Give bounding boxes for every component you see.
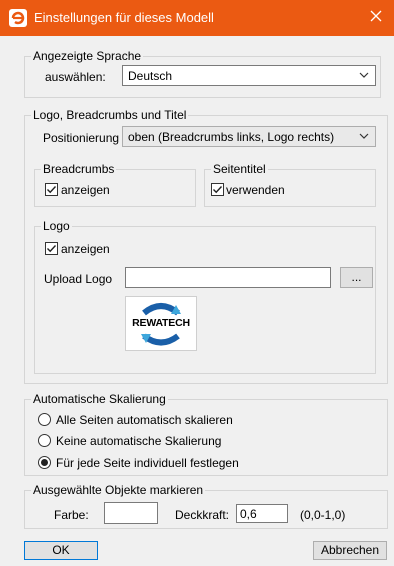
positioning-label: Positionierung (43, 131, 120, 145)
scaling-option-individual-label: Für jede Seite individuell festlegen (56, 456, 239, 470)
language-selected-value: Deutsch (128, 69, 173, 83)
checkmark-icon (47, 245, 57, 253)
radio-selected-dot (41, 459, 48, 466)
scaling-option-none-label: Keine automatische Skalierung (56, 434, 222, 448)
color-field[interactable] (104, 502, 158, 524)
browse-button-label: ... (351, 270, 362, 284)
cancel-button-label: Abbrechen (320, 543, 380, 557)
logo-breadcrumbs-title-group-title: Logo, Breadcrumbs und Titel (33, 108, 187, 122)
scaling-option-auto-radio[interactable] (38, 413, 51, 426)
page-title-checkbox-label: verwenden (226, 183, 285, 197)
positioning-selected-value: oben (Breadcrumbs links, Logo rechts) (128, 130, 335, 144)
logo-checkbox-label: anzeigen (61, 242, 110, 256)
checkmark-icon (47, 186, 57, 194)
app-icon (9, 9, 27, 27)
logo-preview: REWATECH (125, 296, 197, 351)
logo-group-title: Logo (43, 219, 70, 233)
ok-button-label: OK (52, 543, 70, 557)
upload-logo-label: Upload Logo (44, 272, 113, 286)
language-group-title: Angezeigte Sprache (33, 49, 142, 63)
window-title: Einstellungen für dieses Modell (34, 10, 214, 25)
chevron-down-icon (359, 133, 369, 139)
breadcrumbs-group: Breadcrumbs (34, 162, 196, 207)
breadcrumbs-checkbox[interactable] (45, 183, 58, 196)
close-icon[interactable] (366, 8, 386, 28)
scaling-option-individual-radio[interactable] (38, 456, 51, 469)
language-select[interactable]: Deutsch (122, 65, 376, 86)
title-bar: Einstellungen für dieses Modell (0, 0, 394, 36)
opacity-value: 0,6 (240, 507, 257, 521)
upload-logo-field[interactable] (125, 267, 331, 288)
page-title-checkbox[interactable] (211, 183, 224, 196)
opacity-label: Deckkraft: (175, 508, 230, 522)
language-select-label: auswählen: (45, 70, 106, 84)
chevron-down-icon (359, 72, 369, 78)
highlight-group: Ausgewählte Objekte markieren (24, 483, 388, 529)
page-title-group-title: Seitentitel (213, 162, 266, 176)
scaling-option-none-radio[interactable] (38, 434, 51, 447)
opacity-field[interactable]: 0,6 (236, 504, 288, 523)
opacity-range-hint: (0,0-1,0) (300, 508, 346, 522)
color-label: Farbe: (54, 508, 89, 522)
positioning-select[interactable]: oben (Breadcrumbs links, Logo rechts) (122, 126, 376, 147)
checkmark-icon (213, 186, 223, 194)
logo-wordmark: REWATECH (132, 317, 190, 329)
highlight-group-title: Ausgewählte Objekte markieren (33, 483, 204, 497)
scaling-group-title: Automatische Skalierung (33, 392, 166, 406)
breadcrumbs-checkbox-label: anzeigen (61, 183, 110, 197)
cancel-button[interactable]: Abbrechen (313, 541, 387, 560)
logo-checkbox[interactable] (45, 242, 58, 255)
ok-button[interactable]: OK (24, 541, 98, 560)
scaling-option-auto-label: Alle Seiten automatisch skalieren (56, 413, 233, 427)
browse-button[interactable]: ... (340, 267, 373, 288)
breadcrumbs-group-title: Breadcrumbs (43, 162, 115, 176)
